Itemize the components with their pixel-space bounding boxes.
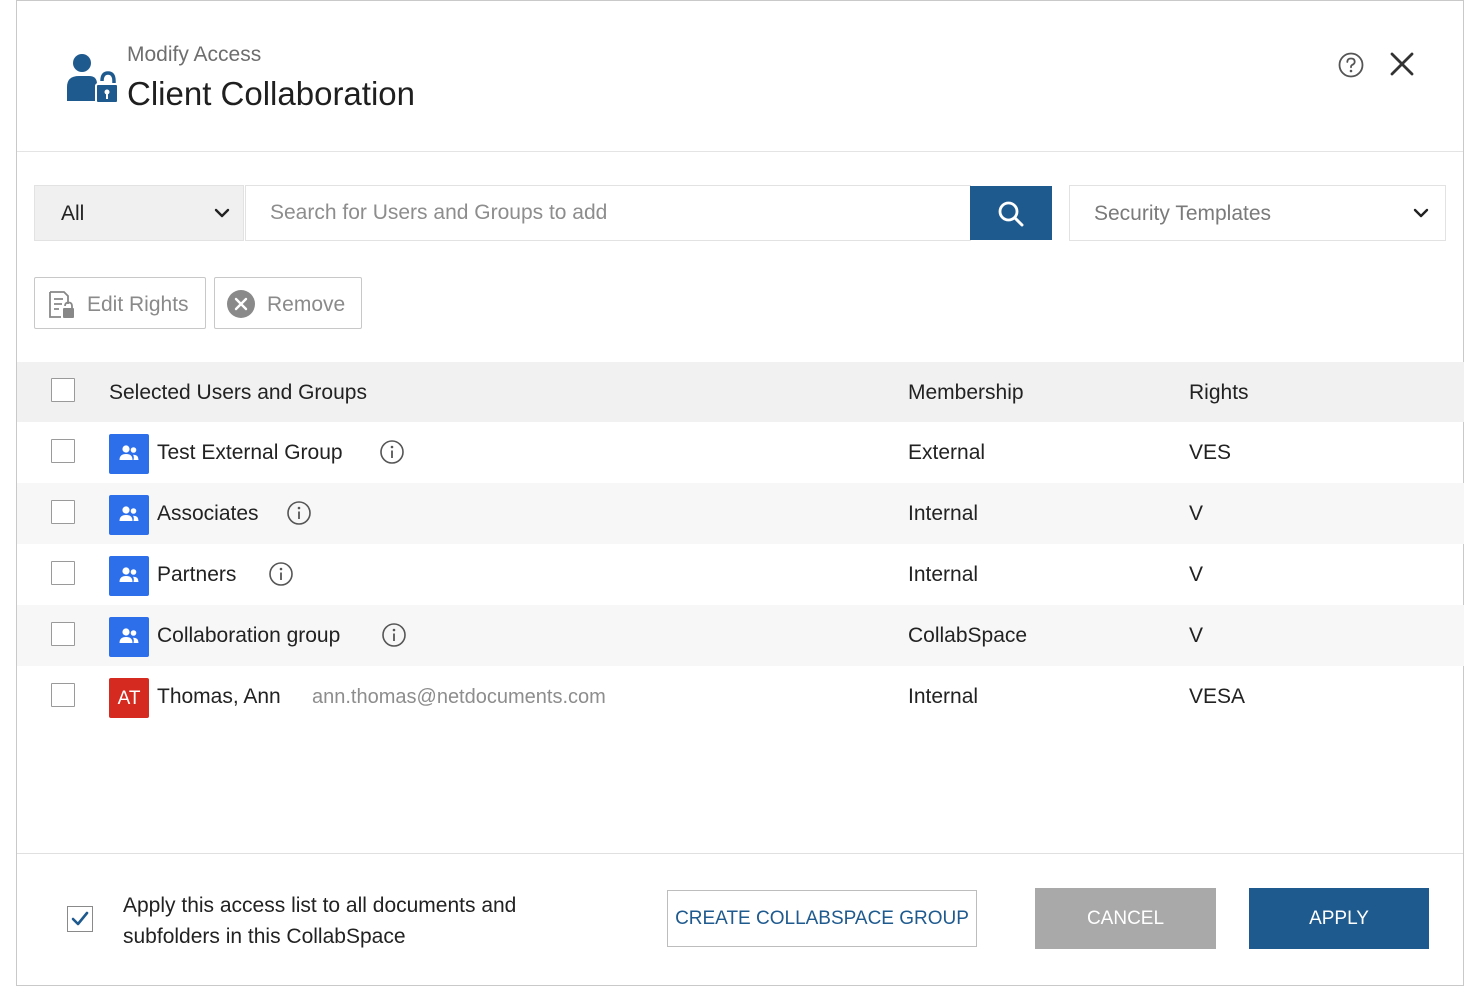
apply-button[interactable]: APPLY	[1249, 888, 1429, 949]
row-membership: Internal	[908, 685, 979, 708]
table-row[interactable]: Collaboration group CollabSpace V	[17, 605, 1464, 666]
security-templates-dropdown[interactable]: Security Templates	[1069, 185, 1446, 241]
row-membership: External	[908, 441, 986, 464]
info-icon[interactable]	[268, 561, 294, 587]
column-header-name: Selected Users and Groups	[109, 381, 367, 404]
row-email: ann.thomas@netdocuments.com	[312, 686, 606, 708]
dialog-subtitle: Modify Access	[127, 43, 262, 66]
modify-access-dialog: Modify Access Client Collaboration All S…	[16, 0, 1464, 986]
row-checkbox[interactable]	[51, 561, 75, 585]
select-all-checkbox[interactable]	[51, 378, 75, 402]
row-checkbox[interactable]	[51, 500, 75, 524]
row-checkbox[interactable]	[51, 683, 75, 707]
edit-rights-icon	[49, 291, 74, 318]
cancel-button[interactable]: CANCEL	[1035, 888, 1216, 949]
row-membership: CollabSpace	[908, 624, 1028, 647]
table-row[interactable]: Associates Internal V	[17, 483, 1464, 544]
row-name: Thomas, Ann	[157, 685, 281, 708]
group-icon	[119, 445, 139, 460]
remove-icon	[227, 290, 255, 318]
table-row[interactable]: Partners Internal V	[17, 544, 1464, 605]
row-checkbox[interactable]	[51, 439, 75, 463]
user-initials: AT	[117, 688, 141, 709]
row-rights: V	[1189, 563, 1204, 586]
table-row[interactable]: AT Thomas, Ann ann.thomas@netdocuments.c…	[17, 666, 1464, 727]
security-templates-value: Security Templates	[1094, 202, 1272, 225]
group-icon	[119, 567, 139, 582]
info-icon[interactable]	[381, 622, 407, 648]
search-icon	[998, 201, 1024, 227]
group-avatar	[109, 434, 149, 474]
dialog-title: Client Collaboration	[127, 75, 415, 112]
chevron-down-icon	[214, 208, 230, 218]
user-avatar: AT	[109, 678, 149, 718]
group-icon	[119, 628, 139, 643]
remove-label: Remove	[267, 293, 346, 316]
row-name: Associates	[157, 502, 259, 525]
row-name: Test External Group	[157, 441, 343, 464]
checkmark-icon	[71, 911, 89, 926]
apply-all-label: Apply this access list to all documents …	[123, 894, 517, 948]
info-icon[interactable]	[286, 500, 312, 526]
search-button[interactable]	[970, 186, 1052, 240]
filter-value: All	[61, 202, 85, 225]
search-input[interactable]	[245, 185, 971, 241]
row-name: Collaboration group	[157, 624, 341, 647]
user-lock-icon	[67, 54, 119, 104]
row-rights: VES	[1189, 441, 1232, 464]
create-collabspace-group-button[interactable]: CREATE COLLABSPACE GROUP	[667, 890, 977, 947]
help-icon[interactable]	[1337, 51, 1365, 79]
row-rights: V	[1189, 502, 1204, 525]
table-header: Selected Users and Groups Membership Rig…	[17, 362, 1464, 422]
row-rights: V	[1189, 624, 1204, 647]
column-header-rights: Rights	[1189, 381, 1249, 404]
row-name: Partners	[157, 563, 237, 586]
group-icon	[119, 506, 139, 521]
dialog-footer: Apply this access list to all documents …	[17, 853, 1463, 988]
info-icon[interactable]	[379, 439, 405, 465]
table-row[interactable]: Test External Group External VES	[17, 422, 1464, 483]
filter-dropdown[interactable]: All	[34, 185, 244, 241]
edit-rights-label: Edit Rights	[87, 293, 189, 316]
group-avatar	[109, 617, 149, 657]
row-membership: Internal	[908, 502, 979, 525]
access-table: Selected Users and Groups Membership Rig…	[17, 362, 1464, 727]
search-toolbar: All Security Templates	[34, 185, 1447, 241]
chevron-down-icon	[1413, 208, 1429, 218]
apply-all-checkbox[interactable]	[67, 906, 93, 932]
close-icon[interactable]	[1387, 49, 1417, 79]
column-header-membership: Membership	[908, 381, 1024, 404]
dialog-header: Modify Access Client Collaboration	[17, 1, 1463, 152]
row-membership: Internal	[908, 563, 979, 586]
row-rights: VESA	[1189, 685, 1246, 708]
remove-button[interactable]: Remove	[214, 277, 362, 329]
group-avatar	[109, 495, 149, 535]
edit-rights-button[interactable]: Edit Rights	[34, 277, 206, 329]
group-avatar	[109, 556, 149, 596]
row-checkbox[interactable]	[51, 622, 75, 646]
